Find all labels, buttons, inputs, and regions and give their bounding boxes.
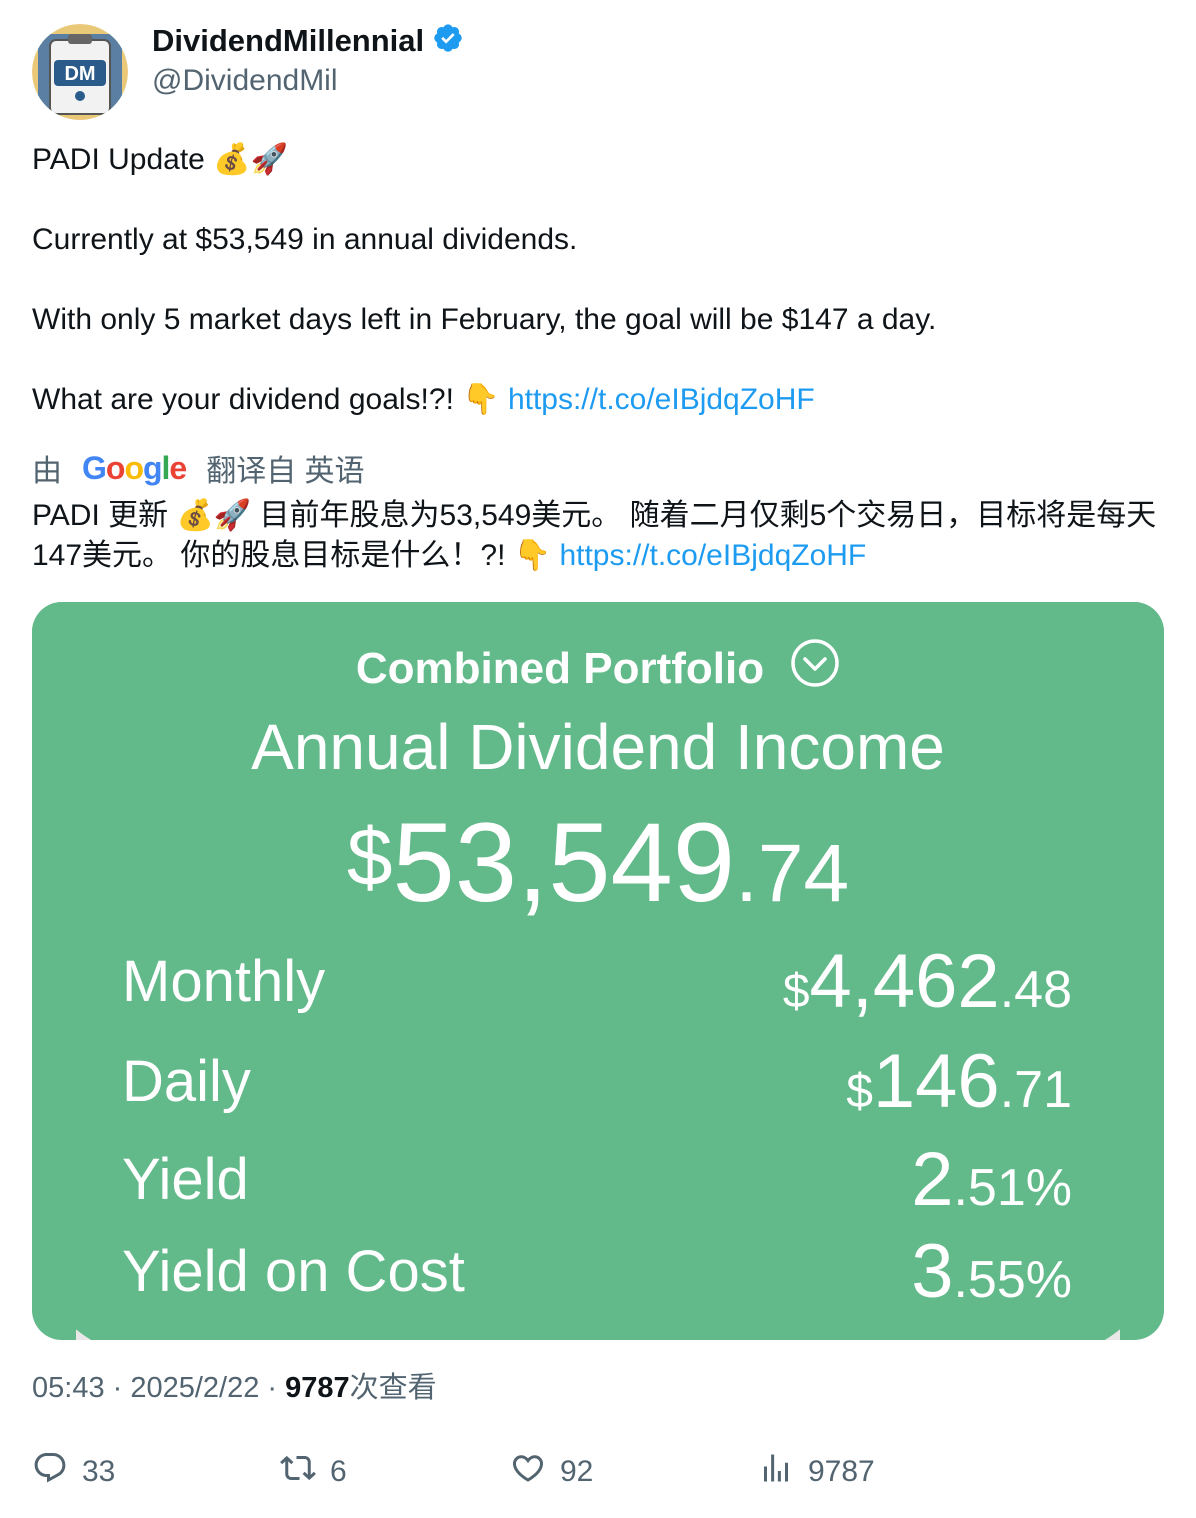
tweet-line-4-text: What are your dividend goals!?! 👇: [32, 383, 500, 416]
retweet-count: 6: [330, 1455, 347, 1488]
yield-dec: .51%: [953, 1159, 1072, 1217]
reply-icon: [32, 1450, 68, 1494]
monthly-label: Monthly: [122, 949, 326, 1014]
yield-on-cost-int: 3: [911, 1229, 954, 1314]
retweet-button[interactable]: 6: [280, 1450, 347, 1494]
avatar-text: DM: [64, 63, 95, 85]
monthly-int: 4,462: [809, 939, 1000, 1024]
analytics-icon: [758, 1450, 794, 1494]
reply-count: 33: [82, 1455, 116, 1488]
daily-value: $146.71: [846, 1038, 1072, 1125]
annual-total-dec: .74: [735, 828, 850, 919]
yield-on-cost-dec: .55%: [953, 1251, 1072, 1309]
tweet-line-4: What are your dividend goals!?! 👇 https:…: [32, 380, 1162, 420]
monthly-dec: .48: [999, 961, 1072, 1019]
views-count: 9787: [808, 1455, 875, 1488]
reply-button[interactable]: 33: [32, 1450, 115, 1494]
retweet-icon: [280, 1450, 316, 1494]
translated-text: PADI 更新 💰🚀 目前年股息为53,549美元。 随着二月仅剩5个交易日，目…: [32, 496, 1162, 576]
like-count: 92: [560, 1455, 594, 1488]
tweet-meta: 05:43 · 2025/2/22 · 9787次查看: [32, 1364, 437, 1406]
tweet-line-2: Currently at $53,549 in annual dividends…: [32, 223, 578, 256]
translation-attribution: 由 Google 翻译自 英语: [32, 446, 365, 490]
verified-badge-icon: [432, 22, 464, 59]
yield-on-cost-label: Yield on Cost: [122, 1239, 465, 1304]
tweet-time[interactable]: 05:43: [32, 1372, 105, 1404]
yield-on-cost-value: 3.55%: [911, 1228, 1072, 1315]
daily-dec: .71: [999, 1061, 1072, 1119]
author-handle[interactable]: @DividendMil: [152, 64, 338, 98]
translation-prefix: 由: [32, 455, 62, 488]
media-image[interactable]: Combined Portfolio Annual Dividend Incom…: [32, 602, 1164, 1340]
tweet-text: PADI Update 💰🚀 Currently at $53,549 in a…: [32, 140, 1162, 420]
tweet-link[interactable]: https://t.co/eIBjdqZoHF: [508, 383, 815, 416]
action-bar: 33 6 92 9787: [0, 1450, 1196, 1494]
heart-icon: [510, 1450, 546, 1494]
author-name[interactable]: DividendMillennial: [152, 23, 424, 59]
yield-label: Yield: [122, 1147, 249, 1212]
view-count: 9787: [285, 1372, 350, 1404]
annual-dividend-heading: Annual Dividend Income: [251, 711, 945, 783]
like-button[interactable]: 92: [510, 1450, 593, 1494]
google-logo: Google: [82, 449, 187, 486]
author-name-row: DividendMillennial: [152, 22, 464, 59]
daily-label: Daily: [122, 1049, 251, 1114]
portfolio-title: Combined Portfolio: [355, 643, 765, 693]
monthly-value: $4,462.48: [783, 938, 1072, 1025]
tweet-date[interactable]: 2025/2/22: [130, 1372, 259, 1404]
yield-int: 2: [911, 1137, 954, 1222]
views-button[interactable]: 9787: [758, 1450, 875, 1494]
annual-total: $53,549.74: [32, 798, 1164, 927]
chevron-down-circle-icon: [790, 638, 840, 699]
yield-value: 2.51%: [911, 1136, 1072, 1223]
translated-link[interactable]: https://t.co/eIBjdqZoHF: [559, 539, 866, 572]
portfolio-selector: Combined Portfolio: [32, 638, 1164, 699]
annual-total-currency: $: [346, 812, 393, 903]
view-count-label: 次查看: [349, 1372, 437, 1404]
meta-separator: ·: [104, 1372, 131, 1404]
daily-int: 146: [872, 1039, 1000, 1124]
author-avatar[interactable]: DM: [32, 24, 128, 120]
tweet-line-3: With only 5 market days left in February…: [32, 303, 937, 336]
meta-separator: ·: [259, 1372, 286, 1404]
translation-suffix[interactable]: 翻译自 英语: [206, 446, 364, 490]
monthly-currency: $: [782, 965, 810, 1018]
daily-currency: $: [846, 1065, 873, 1118]
tweet-line-1: PADI Update 💰🚀: [32, 143, 288, 176]
annual-total-int: 53,549: [392, 800, 736, 925]
avatar-image: DM: [32, 24, 128, 120]
